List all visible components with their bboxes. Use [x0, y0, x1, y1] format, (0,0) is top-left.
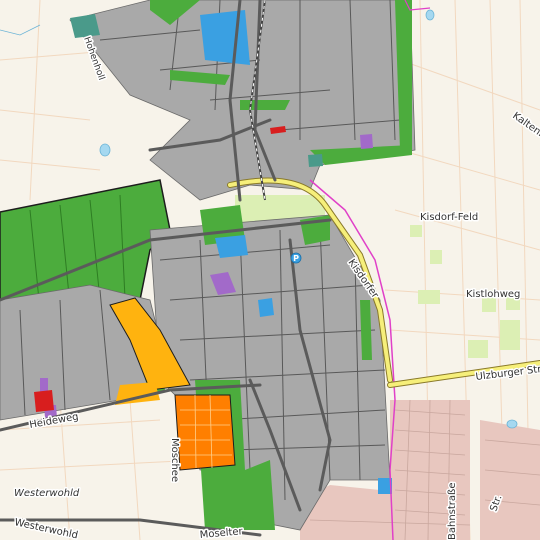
label-kistlohweg: Kistlohweg — [466, 289, 520, 300]
parking-icon[interactable]: P — [290, 252, 302, 264]
parking-label: P — [293, 254, 299, 263]
label-kisdorf-feld: Kisdorf-Feld — [420, 212, 478, 223]
label-westerwohld: Westerwohld — [14, 488, 80, 499]
label-moschee: Moschee — [169, 438, 180, 482]
label-bahnstrasse: Bahnstraße — [447, 483, 458, 540]
map-canvas[interactable]: P Kisdorf-Feld Kistlohweg Ulzburger Str.… — [0, 0, 540, 540]
